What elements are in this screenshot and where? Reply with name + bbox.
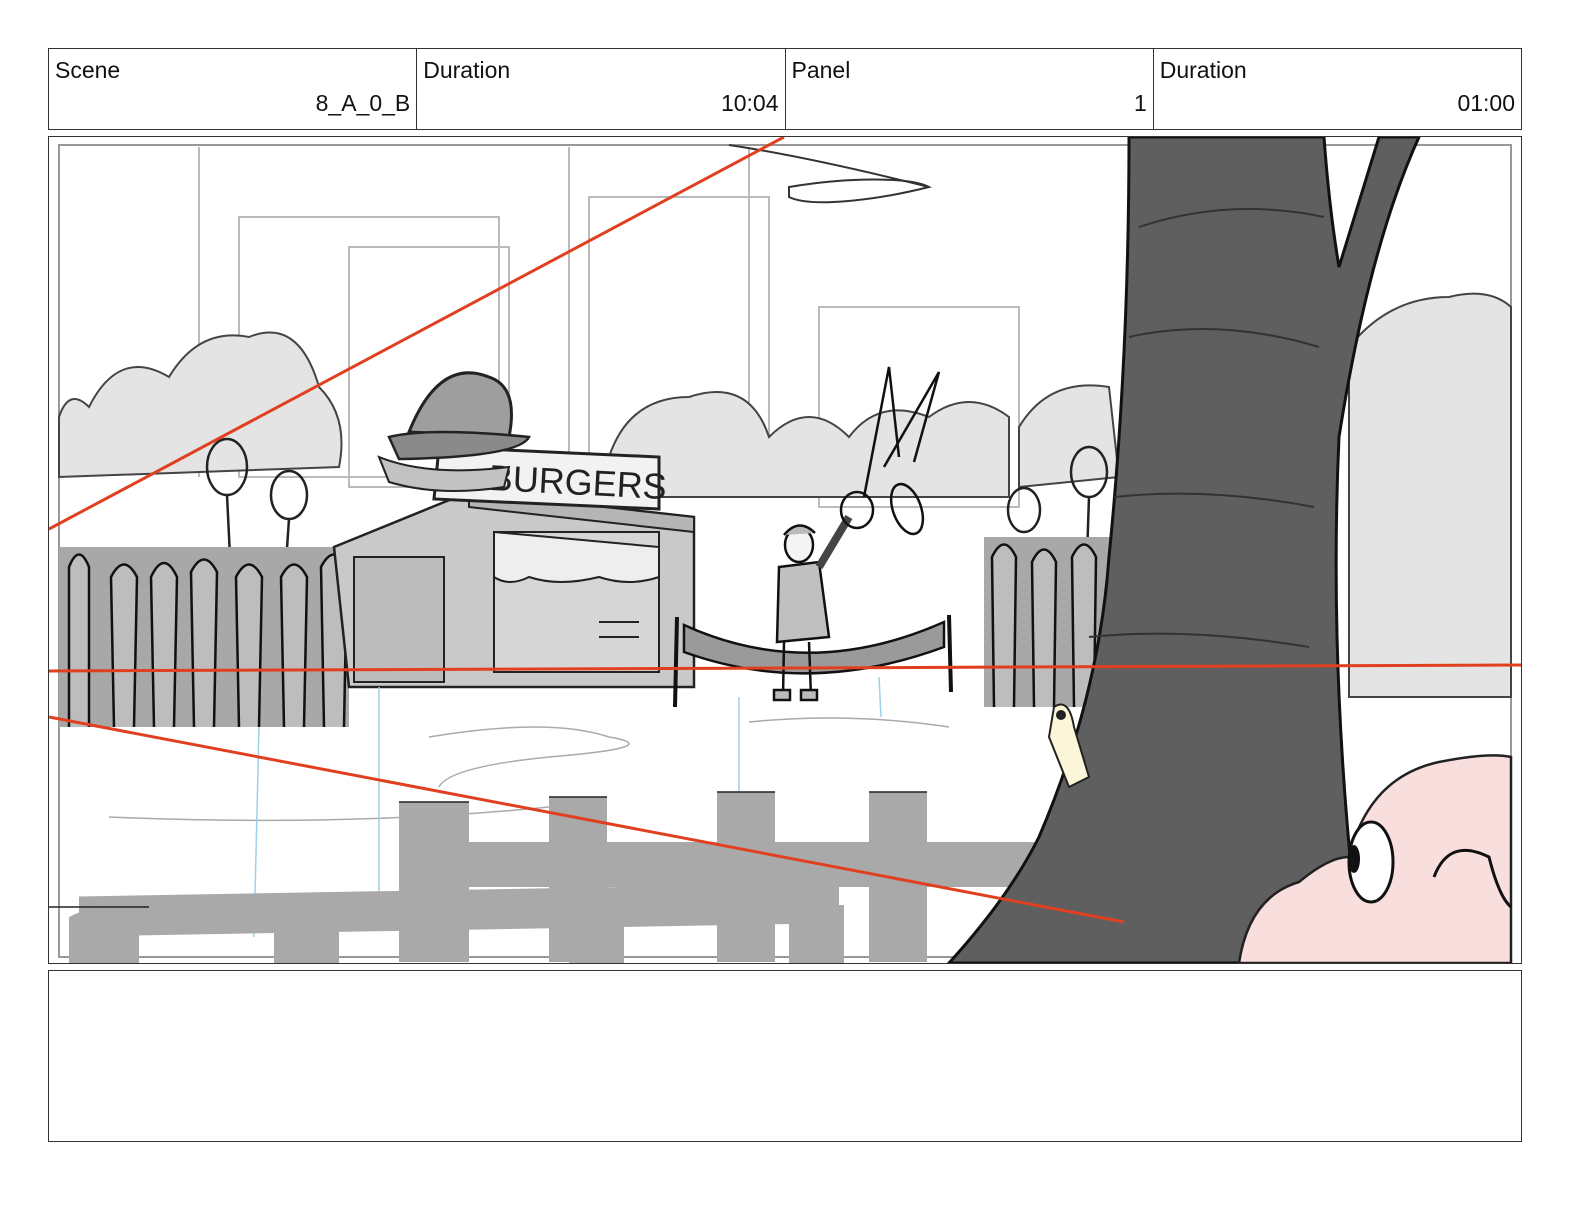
scene-label: Scene [55, 57, 121, 83]
panel-duration-cell: Duration 01:00 [1154, 49, 1521, 129]
scene-duration-cell: Duration 10:04 [417, 49, 786, 129]
panel-duration-value: 01:00 [1457, 90, 1515, 116]
cloud-scribble [788, 178, 932, 204]
panel-cell: Panel 1 [786, 49, 1154, 129]
scene-value: 8_A_0_B [315, 90, 411, 116]
scene-duration-label: Duration [423, 57, 511, 83]
panel-notes [48, 970, 1522, 1142]
panel-drawing: BURGERS [49, 137, 1521, 963]
panel-value: 1 [1133, 90, 1147, 116]
left-crowd [59, 547, 349, 728]
panel-label: Panel [791, 57, 851, 83]
storyboard-header: Scene 8_A_0_B Duration 10:04 Panel 1 Dur… [48, 48, 1522, 130]
scene-duration-value: 10:04 [720, 90, 779, 116]
ground-scribbles [108, 717, 950, 822]
storyboard-panel: BURGERS [48, 136, 1522, 964]
panel-duration-label: Duration [1159, 57, 1247, 83]
scene-cell: Scene 8_A_0_B [49, 49, 418, 129]
